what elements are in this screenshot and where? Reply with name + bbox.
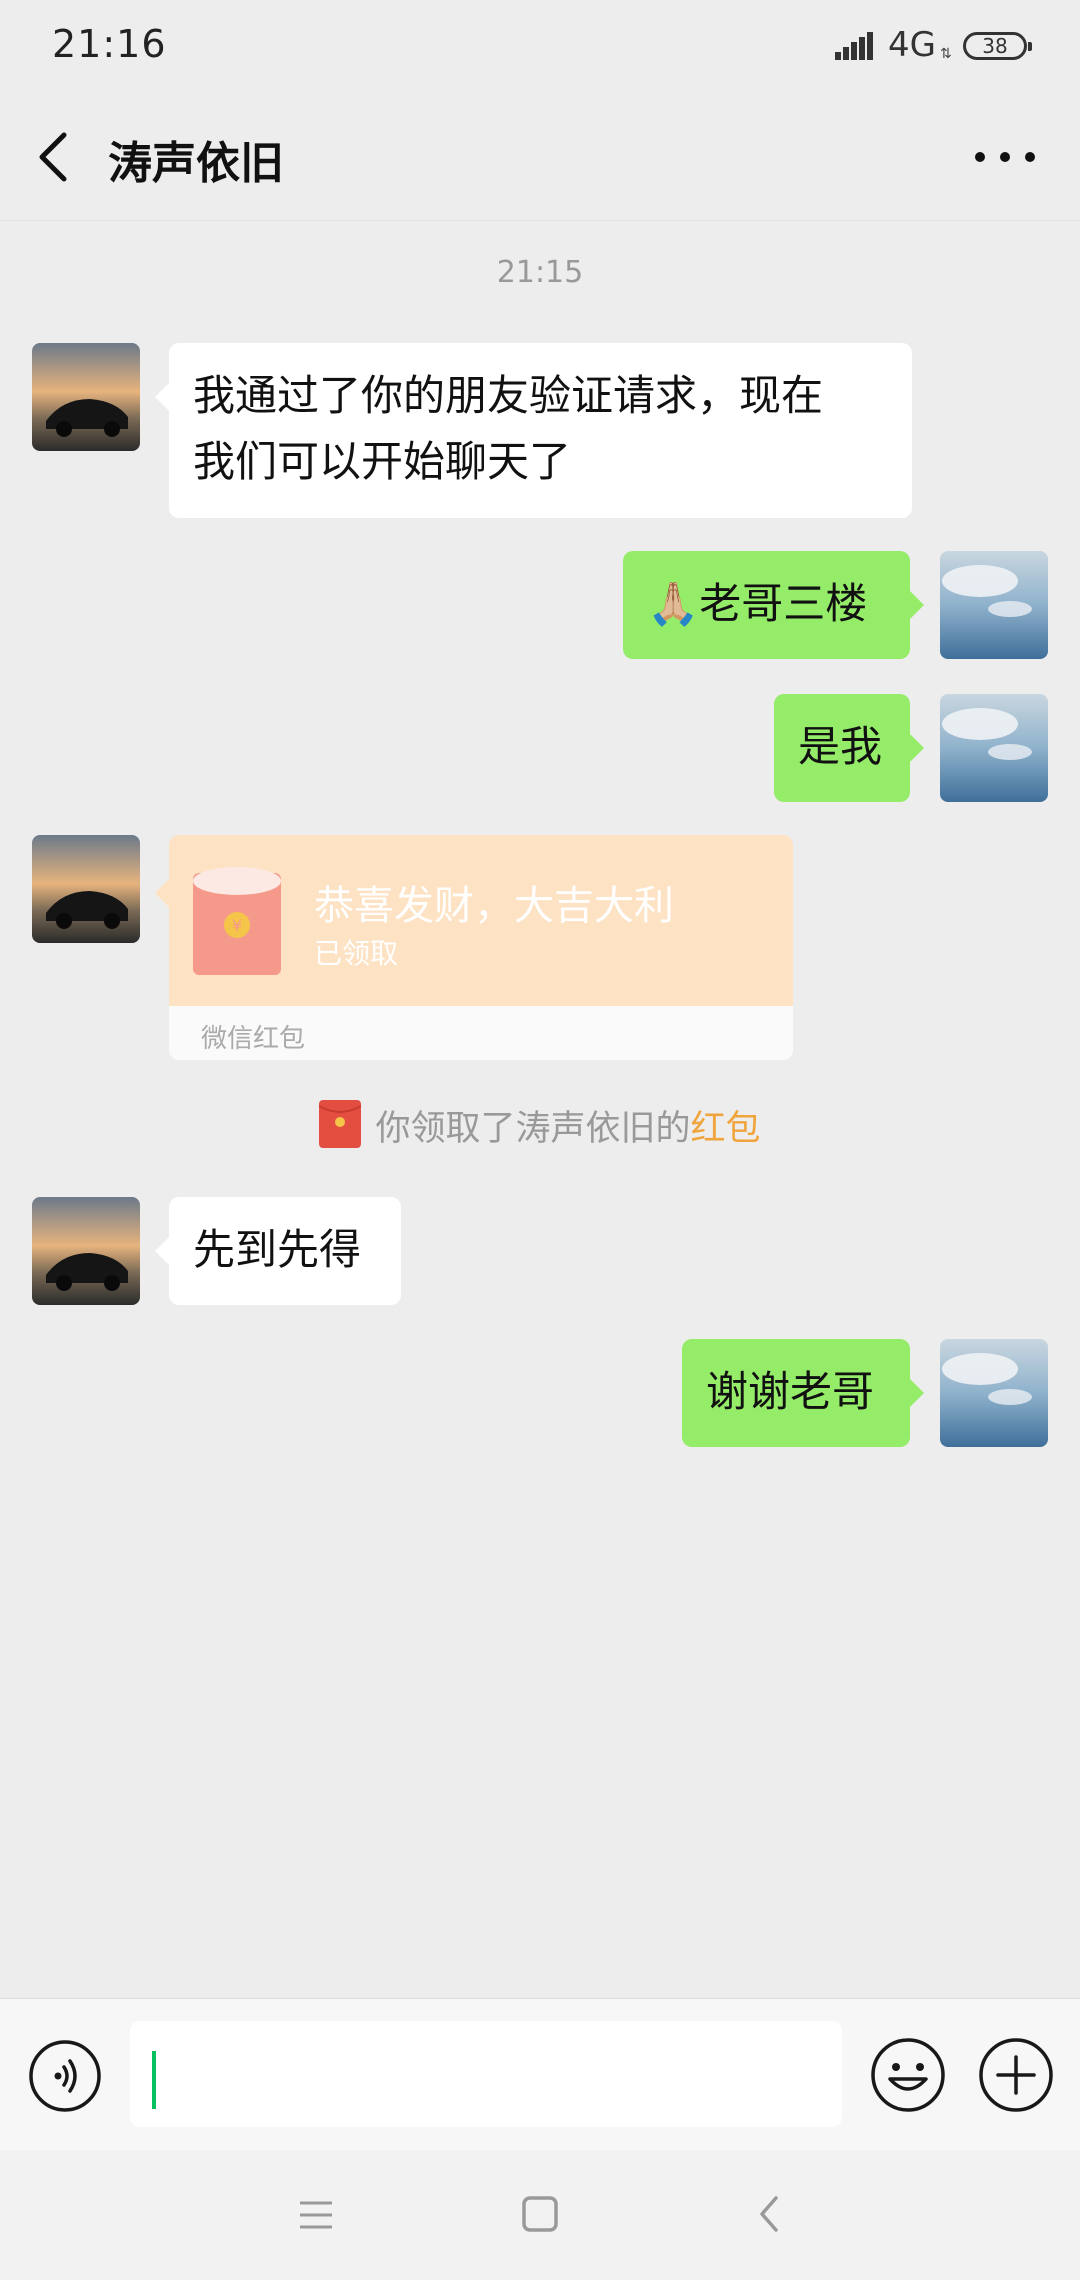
my-avatar[interactable] bbox=[940, 1339, 1048, 1447]
signal-strength-icon bbox=[835, 32, 873, 60]
text-caret bbox=[152, 2051, 156, 2109]
received-message-bubble[interactable]: 我通过了你的朋友验证请求，现在 我们可以开始聊天了 bbox=[155, 343, 912, 518]
red-packet-footer: 微信红包 bbox=[169, 1006, 793, 1060]
message-input[interactable] bbox=[130, 2021, 842, 2127]
time-separator: 21:15 bbox=[496, 255, 584, 290]
svg-text:¥: ¥ bbox=[232, 916, 242, 935]
chat-header: 涛声依旧 bbox=[0, 95, 1080, 221]
system-notice: 你领取了涛声依旧的红包 bbox=[0, 1100, 1080, 1151]
message-text: 是我 bbox=[798, 722, 883, 771]
back-arrow-icon[interactable] bbox=[30, 125, 90, 189]
contact-avatar[interactable] bbox=[32, 1197, 140, 1305]
message-text-line: 我们可以开始聊天了 bbox=[193, 437, 572, 486]
sent-message-bubble[interactable]: 谢谢老哥 bbox=[682, 1339, 924, 1447]
contact-avatar[interactable] bbox=[32, 835, 140, 943]
system-navigation-bar bbox=[0, 2150, 1080, 2280]
system-back-icon[interactable] bbox=[756, 2194, 782, 2234]
praying-hands-emoji-icon: 🙏🏼 bbox=[647, 579, 700, 628]
recent-apps-icon[interactable] bbox=[296, 2198, 336, 2232]
my-avatar[interactable] bbox=[940, 694, 1048, 802]
red-packet-title: 恭喜发财，大吉大利 bbox=[314, 883, 674, 929]
message-text: 老哥三楼 bbox=[699, 579, 868, 628]
red-packet-body: ¥ 恭喜发财，大吉大利 已领取 bbox=[155, 835, 793, 1006]
more-options-icon[interactable] bbox=[960, 125, 1050, 189]
red-packet-message[interactable]: ¥ 恭喜发财，大吉大利 已领取 微信红包 bbox=[155, 835, 793, 1060]
message-text-line: 我通过了你的朋友验证请求，现在 bbox=[193, 371, 824, 420]
chat-title: 涛声依旧 bbox=[108, 138, 284, 189]
network-type-label: 4G bbox=[888, 25, 936, 65]
home-icon[interactable] bbox=[520, 2194, 560, 2234]
received-message-bubble[interactable]: 先到先得 bbox=[155, 1197, 401, 1305]
red-packet-status: 已领取 bbox=[314, 937, 399, 970]
input-bar bbox=[0, 1998, 1080, 2151]
emoji-icon[interactable] bbox=[870, 2037, 946, 2113]
add-attachment-icon[interactable] bbox=[978, 2037, 1054, 2113]
message-text: 谢谢老哥 bbox=[706, 1367, 875, 1416]
status-time: 21:16 bbox=[52, 22, 167, 66]
red-packet-footer-label: 微信红包 bbox=[201, 1024, 306, 1054]
data-activity-icon: ⇅ bbox=[940, 46, 952, 62]
message-text: 先到先得 bbox=[193, 1225, 362, 1274]
sent-message-bubble[interactable]: 🙏🏼老哥三楼 bbox=[623, 551, 924, 659]
red-packet-link[interactable]: 红包 bbox=[691, 1109, 761, 1149]
contact-avatar[interactable] bbox=[32, 343, 140, 451]
my-avatar[interactable] bbox=[940, 551, 1048, 659]
red-packet-icon bbox=[319, 1100, 362, 1148]
sent-message-bubble[interactable]: 是我 bbox=[774, 694, 924, 802]
voice-input-icon[interactable] bbox=[28, 2039, 102, 2113]
system-notice-text: 你领取了涛声依旧的 bbox=[375, 1109, 691, 1149]
red-envelope-icon: ¥ bbox=[193, 867, 281, 975]
battery-icon: 38 bbox=[963, 32, 1032, 60]
